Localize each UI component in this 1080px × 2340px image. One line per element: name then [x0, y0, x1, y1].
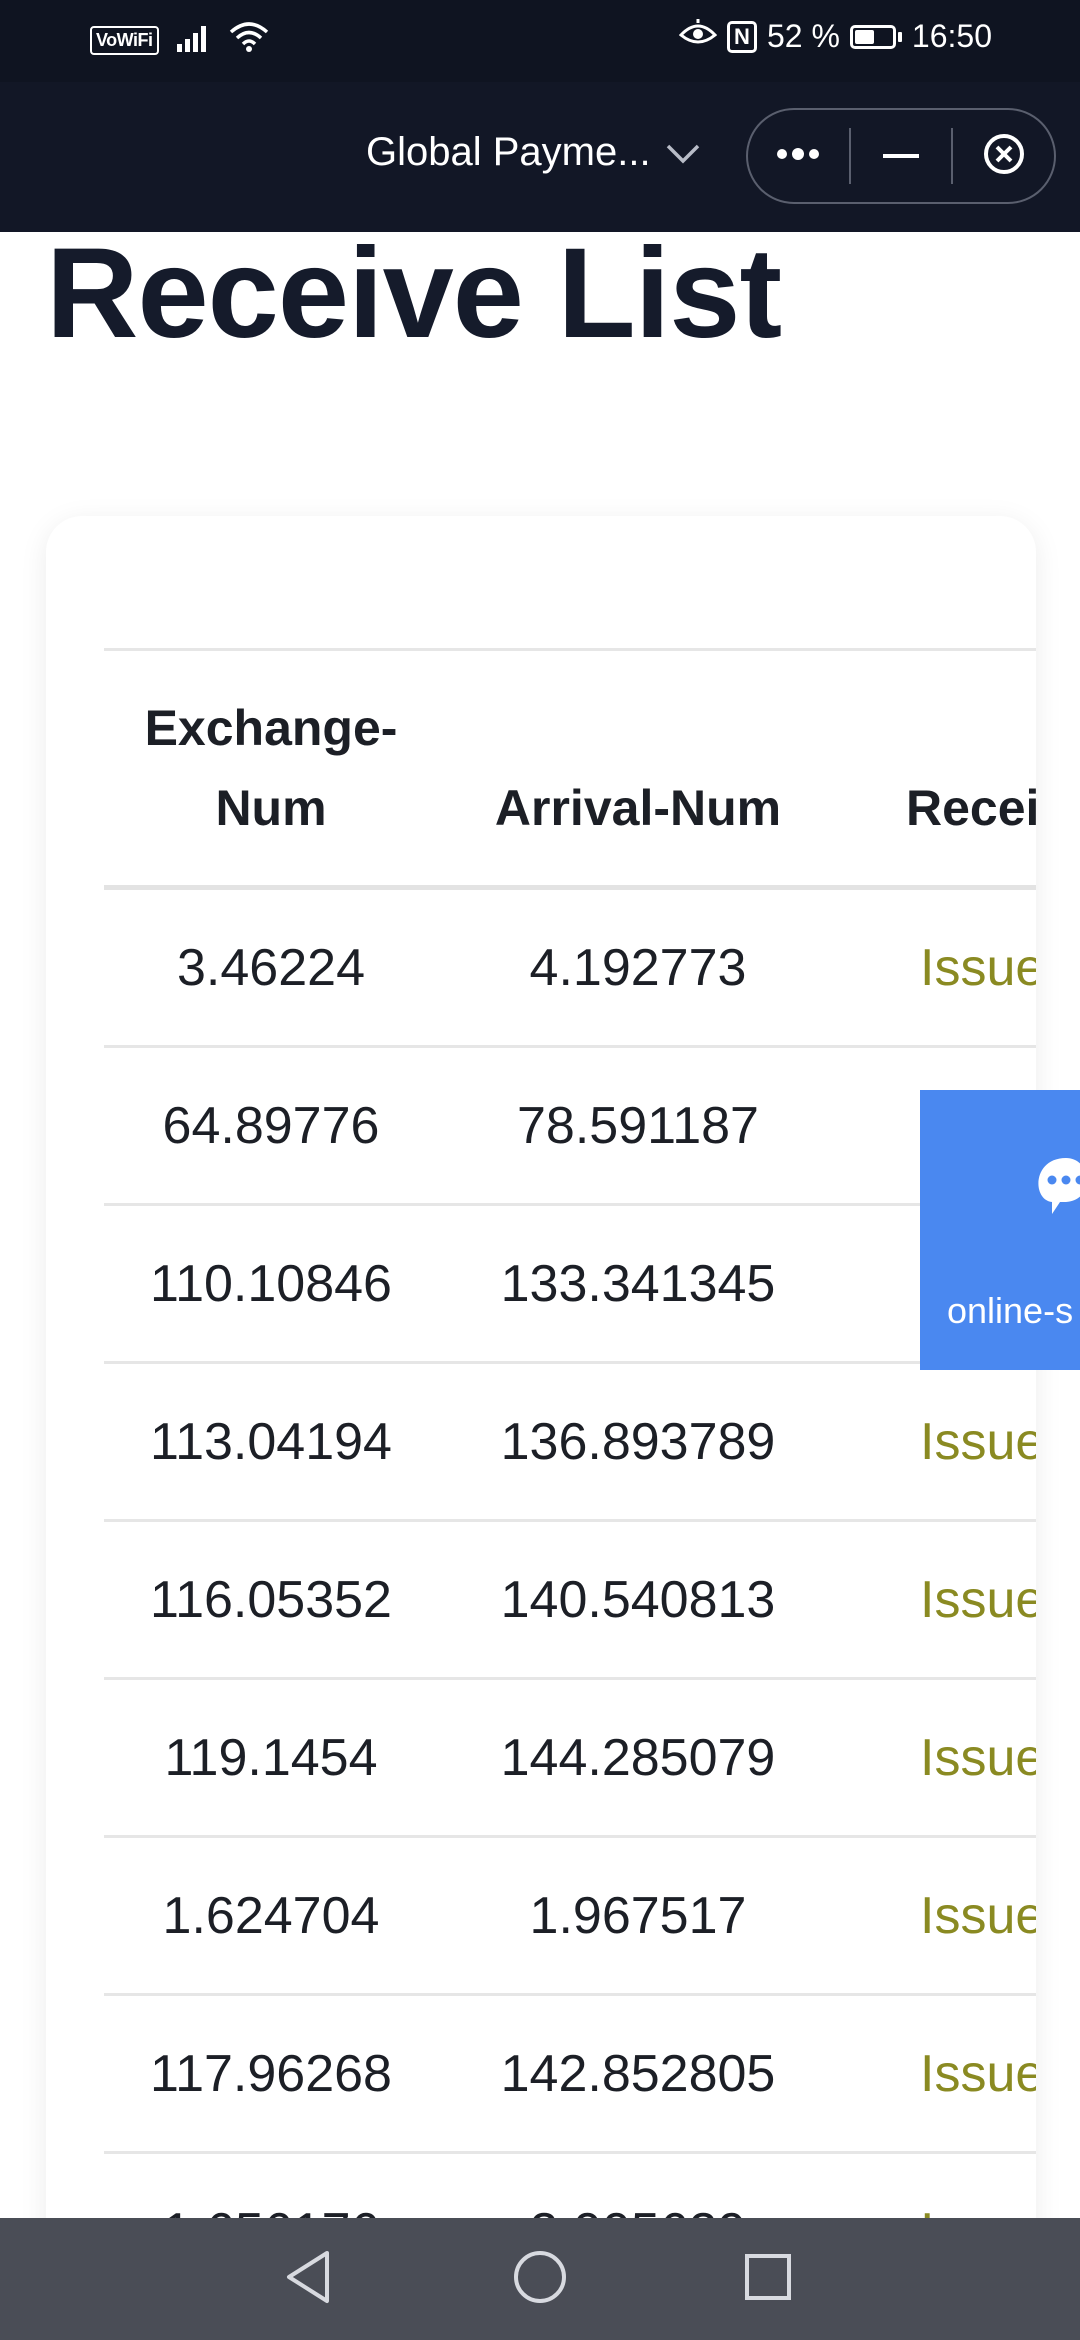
table-row: 116.05352 140.540813 Issue — [104, 1522, 1036, 1680]
header-arrival-num: Arrival-Num — [494, 780, 782, 836]
app-header: Global Payme... — [0, 82, 1080, 232]
exchange-num-cell: 116.05352 — [150, 1570, 392, 1629]
receive-status-cell: Issue — [920, 1886, 1036, 1945]
home-button[interactable] — [480, 2218, 600, 2340]
table-row: 117.96268 142.852805 Issue — [104, 1996, 1036, 2154]
back-button[interactable] — [248, 2218, 368, 2340]
receive-status-cell: Issue — [920, 938, 1036, 997]
table-row: 1.624704 1.967517 Issue — [104, 1838, 1036, 1996]
page-title: Receive List — [46, 222, 782, 365]
table-header-row: Exchange- Num Arrival-Num Receiv — [104, 648, 1036, 890]
recents-button[interactable] — [708, 2218, 828, 2340]
exchange-num-cell: 1.624704 — [162, 1886, 380, 1945]
receive-table: Exchange- Num Arrival-Num Receiv 3.46224… — [104, 648, 1036, 2312]
exchange-num-cell: 110.10846 — [150, 1254, 392, 1313]
signal-icon — [176, 24, 211, 57]
arrival-num-cell: 1.967517 — [529, 1886, 747, 1945]
close-icon — [982, 132, 1026, 181]
receive-status-cell: Issue — [920, 1570, 1036, 1629]
table-row: 110.10846 133.341345 — [104, 1206, 1036, 1364]
arrival-num-cell: 142.852805 — [500, 2044, 776, 2103]
more-icon — [775, 147, 821, 166]
table-body: 3.46224 4.192773 Issue 64.89776 78.591187 110… — [104, 890, 1036, 2312]
arrival-num-cell: 78.591187 — [517, 1096, 759, 1155]
system-nav-bar — [0, 2218, 1080, 2340]
screen: VoWiFi N 52 % 16:50 Global Payme... Rece… — [0, 0, 1080, 2340]
arrival-num-cell: 144.285079 — [500, 1728, 776, 1787]
arrival-num-cell: 133.341345 — [500, 1254, 776, 1313]
exchange-num-cell: 113.04194 — [150, 1412, 392, 1471]
table-row: 119.1454 144.285079 Issue — [104, 1680, 1036, 1838]
battery-icon — [849, 24, 902, 49]
minimize-button[interactable] — [851, 110, 952, 202]
table-row: 64.89776 78.591187 — [104, 1048, 1036, 1206]
back-icon — [283, 2249, 333, 2310]
app-title-dropdown[interactable]: Global Payme... — [366, 130, 701, 175]
exchange-num-cell: 119.1454 — [164, 1728, 378, 1787]
nfc-icon: N — [726, 20, 757, 53]
app-title: Global Payme... — [366, 130, 651, 174]
chat-icon — [1026, 1152, 1080, 1237]
exchange-num-cell: 64.89776 — [162, 1096, 380, 1155]
arrival-num-cell: 136.893789 — [500, 1412, 776, 1471]
eye-comfort-icon — [678, 18, 718, 55]
more-button[interactable] — [748, 110, 849, 202]
status-bar: VoWiFi N 52 % 16:50 — [0, 0, 1080, 82]
online-service-label: online-s — [947, 1290, 1074, 1331]
online-service-button[interactable]: online-s — [920, 1090, 1080, 1370]
header-receive: Receiv — [906, 780, 1036, 836]
chevron-down-icon — [665, 130, 701, 175]
clock: 16:50 — [911, 18, 992, 54]
arrival-num-cell: 140.540813 — [500, 1570, 776, 1629]
mini-program-capsule — [746, 108, 1056, 204]
arrival-num-cell: 4.192773 — [529, 938, 747, 997]
wifi-icon — [229, 22, 269, 59]
receive-status-cell: Issue — [920, 1412, 1036, 1471]
exchange-num-cell: 3.46224 — [177, 938, 365, 997]
receive-list-card: Exchange- Num Arrival-Num Receiv 3.46224… — [46, 516, 1036, 2316]
vowifi-badge: VoWiFi — [90, 26, 159, 55]
header-exchange-num: Exchange- Num — [144, 700, 398, 836]
receive-status-cell: Issue — [920, 1728, 1036, 1787]
table-row: 113.04194 136.893789 Issue — [104, 1364, 1036, 1522]
home-icon — [512, 2249, 568, 2310]
battery-fill — [854, 29, 874, 44]
exchange-num-cell: 117.96268 — [150, 2044, 392, 2103]
battery-percent: 52 % — [766, 18, 840, 54]
receive-status-cell: Issue — [920, 2044, 1036, 2103]
recents-icon — [743, 2252, 793, 2307]
minimize-icon — [883, 147, 919, 165]
table-row: 3.46224 4.192773 Issue — [104, 890, 1036, 1048]
close-button[interactable] — [953, 110, 1054, 202]
status-left: VoWiFi — [90, 22, 269, 59]
status-right: N 52 % 16:50 — [678, 18, 992, 55]
